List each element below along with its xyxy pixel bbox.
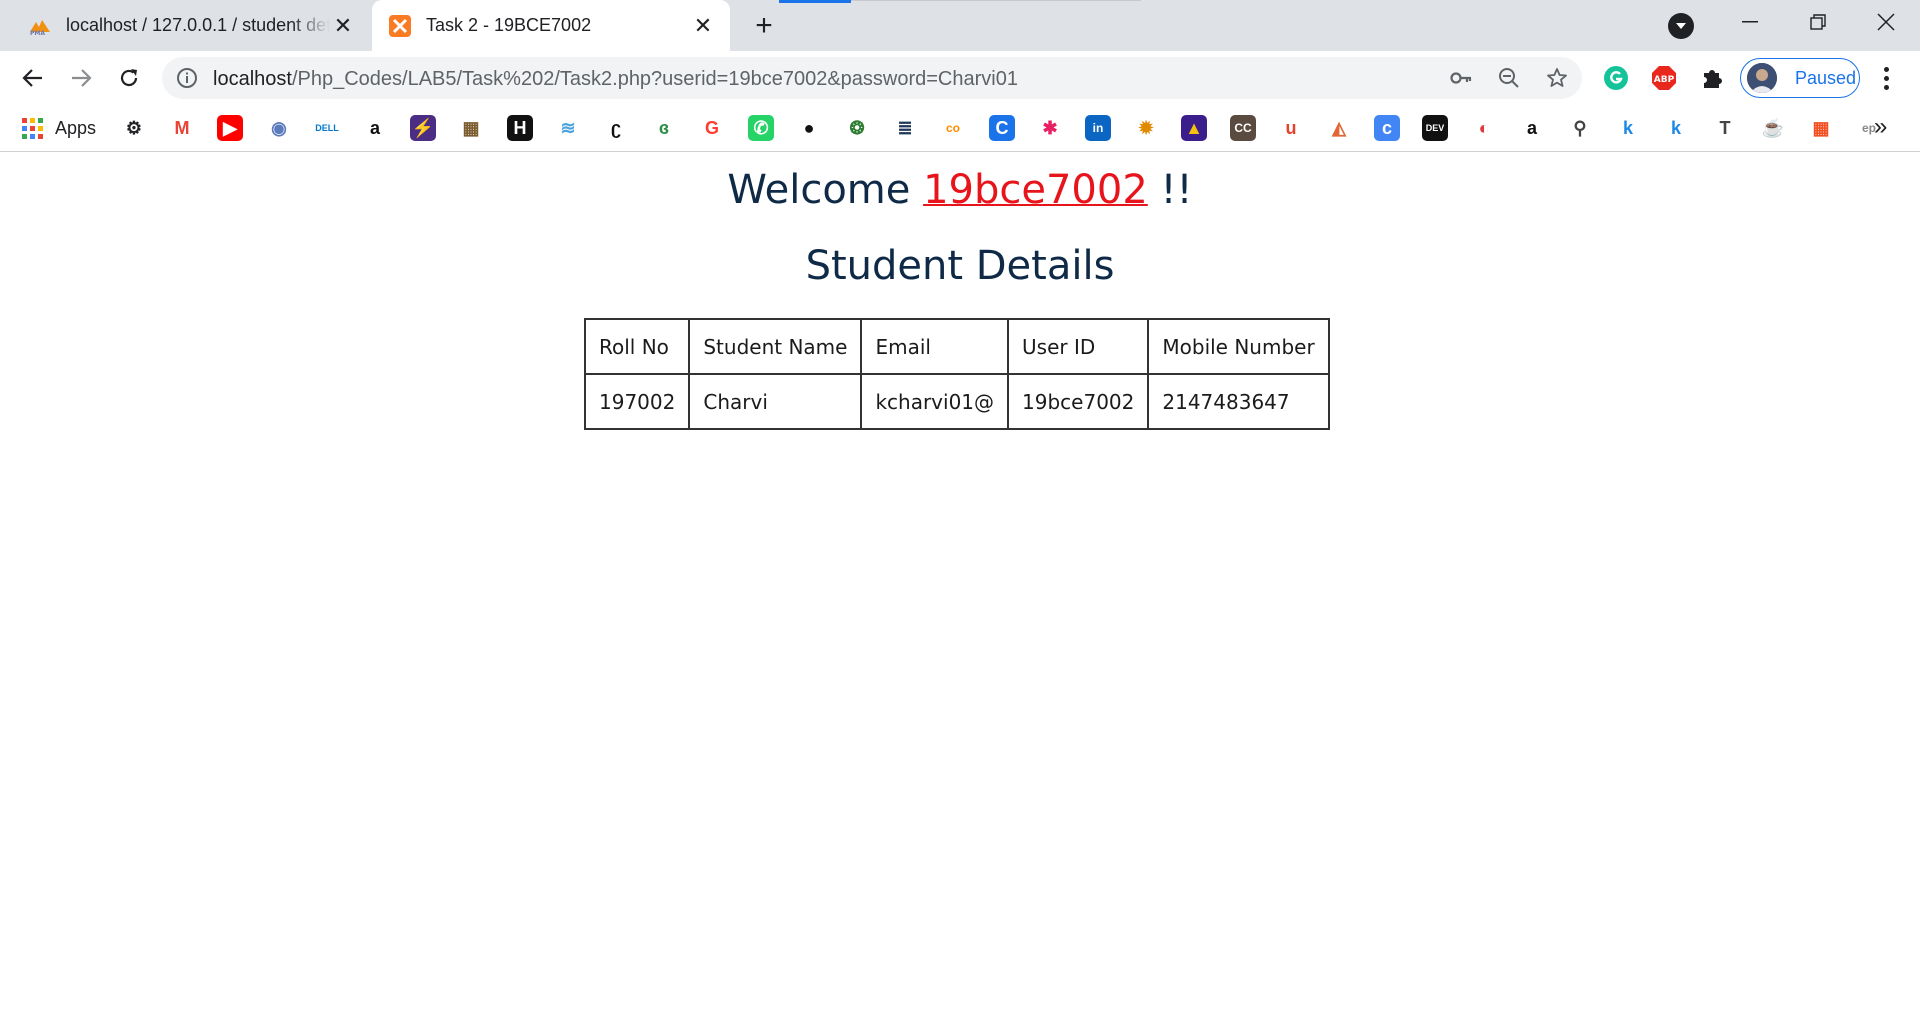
welcome-prefix: Welcome <box>727 167 911 213</box>
new-tab-button[interactable]: + <box>748 9 780 42</box>
matlab-icon[interactable]: ◭ <box>1326 115 1352 141</box>
asterisk-icon[interactable]: ✱ <box>1037 115 1063 141</box>
zoom-out-icon[interactable] <box>1497 66 1521 90</box>
column-header-roll-no: Roll No <box>583 318 691 375</box>
browser-toolbar: localhost/Php_Codes/LAB5/Task%202/Task2.… <box>0 51 1920 105</box>
column-header-email: Email <box>860 318 1010 375</box>
browser-menu-icon[interactable] <box>1876 63 1896 93</box>
settings-icon[interactable]: ⚙ <box>121 115 147 141</box>
more-bookmarks-icon[interactable]: » <box>1874 113 1887 141</box>
gmail-icon[interactable]: M <box>169 115 195 141</box>
profile-status-label: Paused <box>1795 67 1857 88</box>
chart-icon[interactable]: ▲ <box>1181 115 1207 141</box>
student-details-table: Roll No Student Name Email User ID Mobil… <box>583 318 1330 430</box>
picture-icon[interactable]: ▦ <box>458 115 484 141</box>
geeksforgeeks-icon[interactable]: ɞ <box>651 115 677 141</box>
cc-icon[interactable]: CC <box>1230 115 1256 141</box>
tab-loading-indicator <box>779 0 851 3</box>
key-icon[interactable] <box>1449 66 1473 90</box>
minimize-icon[interactable] <box>1716 0 1784 44</box>
url-path: /Php_Codes/LAB5/Task%202/Task2.php?useri… <box>291 68 1018 90</box>
apps-label: Apps <box>55 117 97 138</box>
leaf-icon[interactable]: ❂ <box>844 115 870 141</box>
tab-task2[interactable]: Task 2 - 19BCE7002 ✕ <box>372 0 730 51</box>
linkedin-icon[interactable]: in <box>1085 115 1111 141</box>
reload-icon[interactable] <box>112 61 146 95</box>
github-icon[interactable]: ● <box>796 115 822 141</box>
grammarly-icon[interactable] <box>1601 63 1631 93</box>
udemy-icon[interactable]: u <box>1278 115 1304 141</box>
dev-icon[interactable]: DEV <box>1422 115 1448 141</box>
close-tab-icon[interactable]: ✕ <box>330 13 356 39</box>
wave-icon[interactable]: ≋ <box>555 115 581 141</box>
cell-student-name: Charvi <box>688 373 863 430</box>
svg-text:ABP: ABP <box>1654 75 1675 85</box>
amazon-icon[interactable]: a <box>362 115 388 141</box>
column-header-student-name: Student Name <box>688 318 863 375</box>
column-header-mobile-number: Mobile Number <box>1147 318 1330 375</box>
cell-roll-no: 197002 <box>583 373 691 430</box>
dell-icon[interactable]: DELL <box>314 115 340 141</box>
c-icon[interactable]: C <box>989 115 1015 141</box>
close-tab-icon[interactable]: ✕ <box>690 13 716 39</box>
user-id-link[interactable]: 19bce7002 <box>923 167 1148 213</box>
svg-text:PMA: PMA <box>30 30 45 36</box>
cell-mobile-number: 2147483647 <box>1147 373 1330 430</box>
hackerrank-icon[interactable]: H <box>507 115 533 141</box>
bolt-icon[interactable]: ⚡ <box>410 115 436 141</box>
k-icon[interactable]: k <box>1615 115 1641 141</box>
bookmarks-bar: Apps ⚙ M ▶ ◉ DELL a ⚡ ▦ H ≋ ʗ ɞ G ✆ ● ❂ ≣ co C ✱ in ✹ ▲ CC u ◭ c DE… <box>0 105 1920 152</box>
grammarly-g-icon[interactable]: G <box>699 115 725 141</box>
tab-title: localhost / 127.0.0.1 / student details <box>66 15 330 35</box>
apps-grid-icon <box>22 117 43 139</box>
c-circle-icon[interactable]: c <box>1374 115 1400 141</box>
university-icon[interactable]: ◉ <box>266 115 292 141</box>
url-text[interactable]: localhost/Php_Codes/LAB5/Task%202/Task2.… <box>213 68 1018 91</box>
codechef-icon[interactable]: ʗ <box>603 115 629 141</box>
table-row: 197002 Charvi kcharvi01@ 19bce7002 21474… <box>583 373 1330 430</box>
close-window-icon[interactable] <box>1852 0 1920 44</box>
amazon-icon[interactable]: a <box>1519 115 1545 141</box>
coursera-icon[interactable]: co <box>940 115 966 141</box>
adblock-plus-icon[interactable]: ABP <box>1649 63 1679 93</box>
avatar <box>1747 63 1777 93</box>
restore-icon[interactable] <box>1784 0 1852 44</box>
apps-shortcut[interactable]: Apps <box>22 114 96 142</box>
stack-icon[interactable]: ≣ <box>892 115 918 141</box>
welcome-suffix: !! <box>1160 167 1193 213</box>
address-bar[interactable]: localhost/Php_Codes/LAB5/Task%202/Task2.… <box>162 57 1582 99</box>
cell-user-id: 19bce7002 <box>1007 373 1150 430</box>
url-host: localhost <box>213 68 292 90</box>
welcome-message: Welcome 19bce7002 !! <box>0 167 1920 213</box>
tab-strip-divider <box>851 0 1141 1</box>
bug-icon[interactable]: ✹ <box>1133 115 1159 141</box>
java-cup-icon[interactable]: ☕ <box>1760 115 1786 141</box>
back-icon[interactable] <box>16 61 50 95</box>
microsoft-icon[interactable]: ▦ <box>1808 115 1834 141</box>
page-title: Student Details <box>805 243 1115 289</box>
bookmark-star-icon[interactable] <box>1545 66 1569 90</box>
xampp-icon <box>388 14 412 38</box>
phpmyadmin-icon: PMA <box>28 14 52 38</box>
extensions-puzzle-icon[interactable] <box>1697 63 1727 93</box>
record-icon[interactable]: ◐ <box>1471 115 1497 141</box>
tab-search-icon[interactable] <box>1668 13 1694 39</box>
whatsapp-icon[interactable]: ✆ <box>748 115 774 141</box>
k-icon[interactable]: k <box>1663 115 1689 141</box>
forward-icon[interactable] <box>64 61 98 95</box>
site-info-icon[interactable] <box>176 67 198 89</box>
table-header-row: Roll No Student Name Email User ID Mobil… <box>583 318 1330 375</box>
page-content: Welcome 19bce7002 !! Student Details Rol… <box>0 153 1920 1029</box>
t-icon[interactable]: T <box>1712 115 1738 141</box>
tab-phpmyadmin[interactable]: PMA localhost / 127.0.0.1 / student deta… <box>0 0 370 51</box>
tab-title: Task 2 - 19BCE7002 <box>426 15 592 35</box>
magnifier-icon[interactable]: ⚲ <box>1567 115 1593 141</box>
youtube-icon[interactable]: ▶ <box>217 115 243 141</box>
cell-email: kcharvi01@ <box>860 373 1010 430</box>
tab-strip: PMA localhost / 127.0.0.1 / student deta… <box>0 0 1920 51</box>
column-header-user-id: User ID <box>1007 318 1150 375</box>
profile-button[interactable]: Paused <box>1740 58 1860 98</box>
